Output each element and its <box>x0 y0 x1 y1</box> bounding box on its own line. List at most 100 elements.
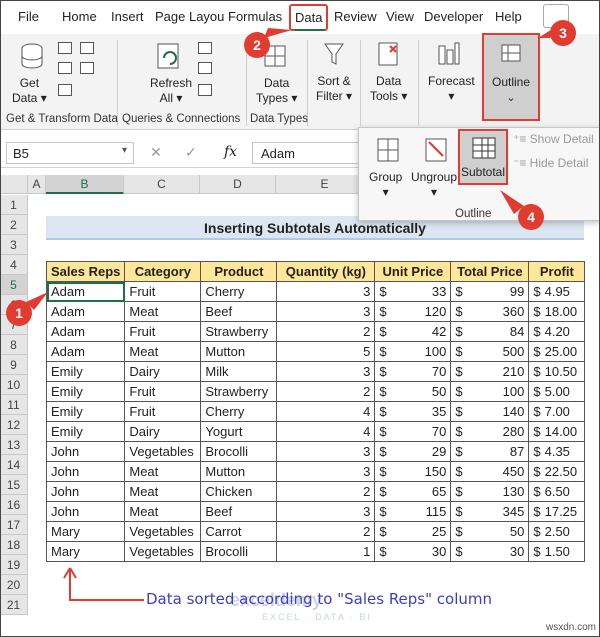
name-box[interactable]: B5 <box>6 142 134 164</box>
from-web-icon[interactable] <box>58 62 72 74</box>
forecast-icon[interactable] <box>436 40 462 70</box>
row-header-10[interactable]: 10 <box>0 375 28 395</box>
from-table-icon[interactable] <box>58 84 72 96</box>
formula-input[interactable]: Adam <box>252 142 362 164</box>
row-header-12[interactable]: 12 <box>0 415 28 435</box>
cell-profit[interactable]: $18.00 <box>528 301 586 322</box>
cell-product[interactable]: Cherry <box>200 401 278 422</box>
cell-product[interactable]: Mutton <box>200 341 278 362</box>
refresh-all-button[interactable]: Refresh All ▾ <box>150 76 192 106</box>
data-tools-icon[interactable] <box>376 40 402 70</box>
tab-developer[interactable]: Developer <box>424 9 483 24</box>
cell-unit-price[interactable]: $25 <box>374 521 452 542</box>
cell-product[interactable]: Strawberry <box>200 381 278 402</box>
row-header-1[interactable]: 1 <box>0 195 28 215</box>
tab-help[interactable]: Help <box>495 9 522 24</box>
cell-sales-rep[interactable]: Emily <box>45 381 126 402</box>
cell-total-price[interactable]: $500 <box>450 341 530 362</box>
outline-button[interactable]: Outline ⌄ <box>482 33 540 121</box>
cell-quantity[interactable]: 1 <box>276 541 376 562</box>
cell-category[interactable]: Vegetables <box>124 541 202 562</box>
properties-icon[interactable] <box>198 62 212 74</box>
cell-quantity[interactable]: 3 <box>276 361 376 382</box>
cell-quantity[interactable]: 3 <box>276 301 376 322</box>
header-profit[interactable]: Profit <box>528 261 586 282</box>
tab-view[interactable]: View <box>386 9 414 24</box>
cell-total-price[interactable]: $50 <box>450 521 530 542</box>
cell-product[interactable]: Carrot <box>200 521 278 542</box>
header-unit-price[interactable]: Unit Price <box>374 261 452 282</box>
cell-total-price[interactable]: $345 <box>450 501 530 522</box>
cell-category[interactable]: Fruit <box>124 381 202 402</box>
from-text-icon[interactable] <box>58 42 72 54</box>
cell-total-price[interactable]: $280 <box>450 421 530 442</box>
cell-sales-rep[interactable]: Mary <box>45 541 126 562</box>
row-header-3[interactable]: 3 <box>0 235 28 255</box>
cell-quantity[interactable]: 3 <box>276 461 376 482</box>
cell-total-price[interactable]: $360 <box>450 301 530 322</box>
cell-unit-price[interactable]: $30 <box>374 541 452 562</box>
cell-profit[interactable]: $14.00 <box>528 421 586 442</box>
cell-sales-rep[interactable]: Adam <box>45 321 126 342</box>
header-sales-reps[interactable]: Sales Reps <box>45 261 126 282</box>
header-quantity[interactable]: Quantity (kg) <box>276 261 376 282</box>
row-header-4[interactable]: 4 <box>0 255 28 275</box>
queries-connections-icon[interactable] <box>198 42 212 54</box>
cell-category[interactable]: Meat <box>124 341 202 362</box>
cell-sales-rep[interactable]: John <box>45 461 126 482</box>
cell-profit[interactable]: $6.50 <box>528 481 586 502</box>
tab-home[interactable]: Home <box>62 9 97 24</box>
row-header-11[interactable]: 11 <box>0 395 28 415</box>
cell-product[interactable]: Brocolli <box>200 541 278 562</box>
cell-category[interactable]: Meat <box>124 301 202 322</box>
row-header-8[interactable]: 8 <box>0 335 28 355</box>
tab-file[interactable]: File <box>18 9 39 24</box>
cell-profit[interactable]: $4.20 <box>528 321 586 342</box>
cell-profit[interactable]: $2.50 <box>528 521 586 542</box>
cell-category[interactable]: Dairy <box>124 421 202 442</box>
tab-insert[interactable]: Insert <box>111 9 144 24</box>
edit-links-icon[interactable] <box>198 84 212 96</box>
cell-product[interactable]: Beef <box>200 501 278 522</box>
cell-category[interactable]: Meat <box>124 501 202 522</box>
show-detail-button[interactable]: ⁺≡ Show Detail <box>513 132 594 146</box>
forecast-button[interactable]: Forecast ▾ <box>428 74 475 104</box>
data-tools-button[interactable]: Data Tools ▾ <box>370 74 407 104</box>
cell-unit-price[interactable]: $150 <box>374 461 452 482</box>
function-icon[interactable]: fx <box>224 144 237 160</box>
cell-unit-price[interactable]: $50 <box>374 381 452 402</box>
cell-unit-price[interactable]: $33 <box>374 281 452 302</box>
column-header-c[interactable]: C <box>124 175 200 194</box>
hide-detail-button[interactable]: ⁻≡ Hide Detail <box>513 156 588 170</box>
name-box-dropdown-icon[interactable]: ▾ <box>122 145 127 156</box>
database-icon[interactable] <box>18 42 46 72</box>
column-header-d[interactable]: D <box>200 175 276 194</box>
cell-category[interactable]: Dairy <box>124 361 202 382</box>
cell-sales-rep[interactable]: Adam <box>45 281 126 302</box>
cell-profit[interactable]: $7.00 <box>528 401 586 422</box>
select-all-corner[interactable] <box>0 175 28 194</box>
cell-product[interactable]: Beef <box>200 301 278 322</box>
cell-profit[interactable]: $17.25 <box>528 501 586 522</box>
cell-unit-price[interactable]: $35 <box>374 401 452 422</box>
cell-total-price[interactable]: $84 <box>450 321 530 342</box>
cell-quantity[interactable]: 4 <box>276 421 376 442</box>
cell-profit[interactable]: $4.35 <box>528 441 586 462</box>
header-total-price[interactable]: Total Price <box>450 261 530 282</box>
header-product[interactable]: Product <box>200 261 278 282</box>
cell-total-price[interactable]: $100 <box>450 381 530 402</box>
sort-filter-button[interactable]: Sort & Filter ▾ <box>316 74 352 104</box>
row-header-19[interactable]: 19 <box>0 555 28 575</box>
cell-product[interactable]: Strawberry <box>200 321 278 342</box>
cell-total-price[interactable]: $210 <box>450 361 530 382</box>
cell-quantity[interactable]: 3 <box>276 441 376 462</box>
cell-sales-rep[interactable]: John <box>45 481 126 502</box>
column-header-a[interactable]: A <box>28 175 46 194</box>
cell-product[interactable]: Chicken <box>200 481 278 502</box>
cell-sales-rep[interactable]: John <box>45 501 126 522</box>
cell-profit[interactable]: $4.95 <box>528 281 586 302</box>
cell-quantity[interactable]: 2 <box>276 521 376 542</box>
cell-total-price[interactable]: $450 <box>450 461 530 482</box>
cell-product[interactable]: Cherry <box>200 281 278 302</box>
cell-sales-rep[interactable]: John <box>45 441 126 462</box>
